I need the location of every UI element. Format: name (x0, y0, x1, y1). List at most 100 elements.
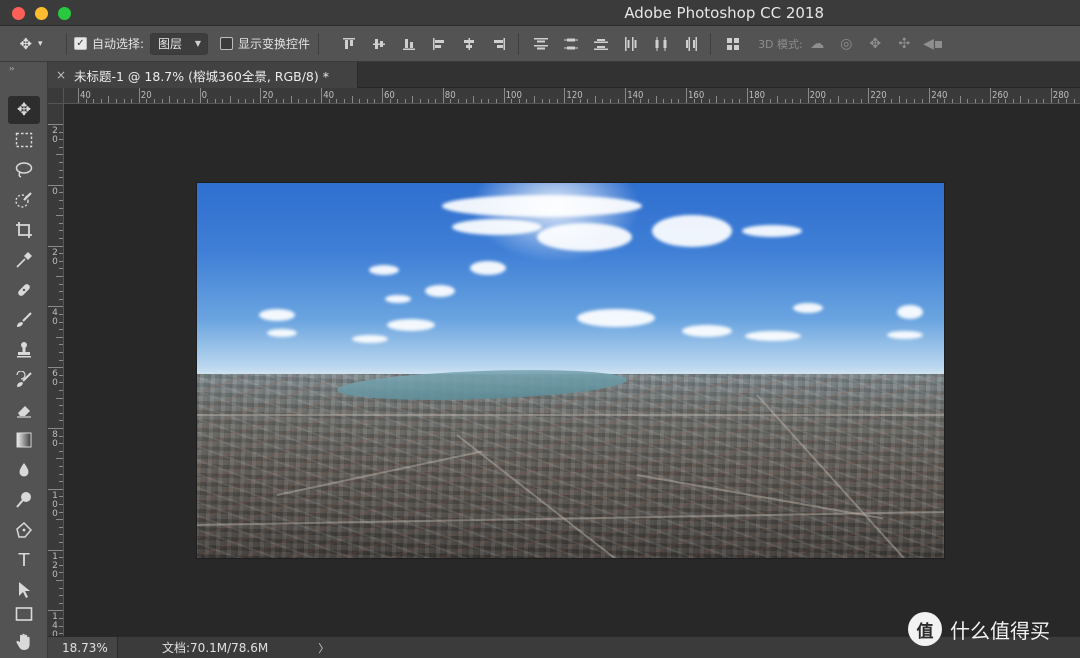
clone-stamp-tool[interactable] (8, 336, 40, 364)
ruler-minor-tick (1073, 99, 1075, 103)
ruler-minor-tick (450, 99, 452, 103)
align-right-button[interactable] (484, 33, 514, 55)
ruler-major-tick (48, 184, 63, 186)
3d-rotate-button[interactable]: ☁ (803, 33, 832, 55)
ruler-minor-tick (974, 99, 976, 103)
distribute-left-button[interactable] (616, 33, 646, 55)
ruler-minor-tick (59, 564, 63, 566)
ruler-minor-tick (678, 99, 680, 103)
distribute-hcenter-button[interactable] (646, 33, 676, 55)
ruler-minor-tick (724, 99, 725, 103)
auto-select-checkbox[interactable]: ✓ (74, 37, 87, 50)
ruler-minor-tick (906, 99, 908, 103)
close-window-button[interactable] (12, 7, 25, 20)
ruler-major-tick (48, 610, 63, 612)
ruler-minor-tick (59, 504, 63, 505)
minimize-window-button[interactable] (35, 7, 48, 20)
distribute-vcenter-button[interactable] (556, 33, 586, 55)
3d-pan-button[interactable]: ✥ (861, 33, 890, 55)
ruler-minor-tick (465, 99, 467, 103)
ruler-minor-tick (59, 481, 63, 483)
arrow-icon (19, 582, 30, 598)
auto-select-target-dropdown[interactable]: 图层 ▼ (150, 32, 209, 55)
ruler-minor-tick (59, 435, 63, 437)
distribute-right-icon (686, 36, 698, 51)
ruler-major-tick (382, 88, 383, 103)
ruler-minor-tick (876, 99, 877, 103)
tool-preset-picker[interactable]: ✥ ▾ (0, 26, 62, 62)
ruler-minor-tick (59, 526, 63, 528)
ruler-minor-tick (374, 99, 376, 103)
ruler-minor-tick (883, 99, 885, 103)
eraser-tool[interactable] (8, 396, 40, 424)
healing-brush-tool[interactable] (8, 276, 40, 304)
align-top-button[interactable] (334, 33, 364, 55)
ruler-major-tick (48, 367, 63, 369)
canvas-area[interactable] (64, 104, 1080, 636)
marquee-tool[interactable] (8, 126, 40, 154)
auto-align-button[interactable] (718, 33, 748, 55)
align-left-button[interactable] (424, 33, 454, 55)
rectangle-tool[interactable] (8, 600, 40, 628)
gradient-tool[interactable] (8, 426, 40, 454)
ruler-major-tick (746, 88, 748, 103)
type-tool[interactable]: T (8, 546, 40, 574)
3d-mode-label: 3D 模式: (758, 37, 803, 51)
ruler-minor-tick (85, 99, 87, 103)
quick-select-tool[interactable] (8, 186, 40, 214)
ruler-minor-tick (59, 329, 63, 331)
brush-tool[interactable] (8, 306, 40, 334)
roll-3d-icon: ◎ (840, 35, 853, 52)
ruler-minor-tick (59, 374, 63, 376)
vertical-ruler[interactable]: 20 0 20 40 60 80 100 120 140 (48, 104, 64, 636)
lasso-tool[interactable] (8, 156, 40, 184)
watermark-text: 什么值得买 (950, 618, 1050, 643)
distribute-right-button[interactable] (676, 33, 706, 55)
status-menu-arrow[interactable]: 〉 (318, 640, 329, 656)
city-region (197, 374, 944, 558)
ruler-label: 20 (52, 247, 58, 267)
ruler-minor-tick (59, 200, 63, 201)
3d-slide-button[interactable]: ✣ (890, 33, 919, 55)
show-transform-checkbox[interactable] (220, 37, 234, 50)
hand-tool[interactable] (8, 628, 40, 656)
distribute-top-button[interactable] (526, 33, 556, 55)
align-vcenter-button[interactable] (364, 33, 394, 55)
history-brush-tool[interactable] (8, 366, 40, 394)
dodge-tool[interactable] (8, 486, 40, 514)
ruler-minor-tick (230, 96, 231, 103)
ruler-label: 80 (52, 430, 58, 449)
ruler-origin[interactable] (48, 88, 64, 104)
document-tab[interactable]: × 未标题-1 @ 18.7% (榕城360全景, RGB/8) * (48, 62, 358, 88)
ruler-minor-tick (59, 314, 63, 315)
zoom-level-field[interactable]: 18.73% (48, 636, 118, 658)
collapse-panel-icon[interactable]: ›› (9, 64, 15, 73)
eyedropper-tool[interactable] (8, 246, 40, 274)
ruler-major-tick (138, 88, 140, 103)
ruler-major-tick (260, 88, 262, 103)
ruler-minor-tick (891, 99, 893, 103)
maximize-window-button[interactable] (58, 7, 71, 20)
ruler-minor-tick (283, 99, 285, 103)
horizontal-ruler[interactable]: 40 20 0 20 40 60 80 100 120 140 160 180 200 220 240 260… (64, 88, 1080, 104)
pen-tool[interactable] (8, 516, 40, 544)
align-hcenter-button[interactable] (454, 33, 484, 55)
ruler-minor-tick (116, 99, 117, 103)
ruler-major-tick (868, 88, 870, 103)
blur-tool[interactable] (8, 456, 40, 484)
distribute-bottom-button[interactable] (586, 33, 616, 55)
panorama-image (197, 183, 944, 558)
ruler-minor-tick (56, 276, 63, 277)
ruler-minor-tick (777, 96, 779, 103)
crop-tool[interactable] (8, 216, 40, 244)
ruler-minor-tick (1058, 99, 1060, 103)
ruler-minor-tick (610, 99, 611, 103)
3d-scale-button[interactable]: ◀▪ (919, 33, 948, 55)
lasso-icon (15, 162, 33, 178)
show-transform-label: 显示变换控件 (238, 37, 311, 51)
ruler-minor-tick (617, 99, 619, 103)
close-tab-icon[interactable]: × (48, 68, 74, 82)
3d-roll-button[interactable]: ◎ (832, 33, 861, 55)
align-bottom-button[interactable] (394, 33, 424, 55)
move-tool[interactable]: ✥ (8, 96, 40, 124)
